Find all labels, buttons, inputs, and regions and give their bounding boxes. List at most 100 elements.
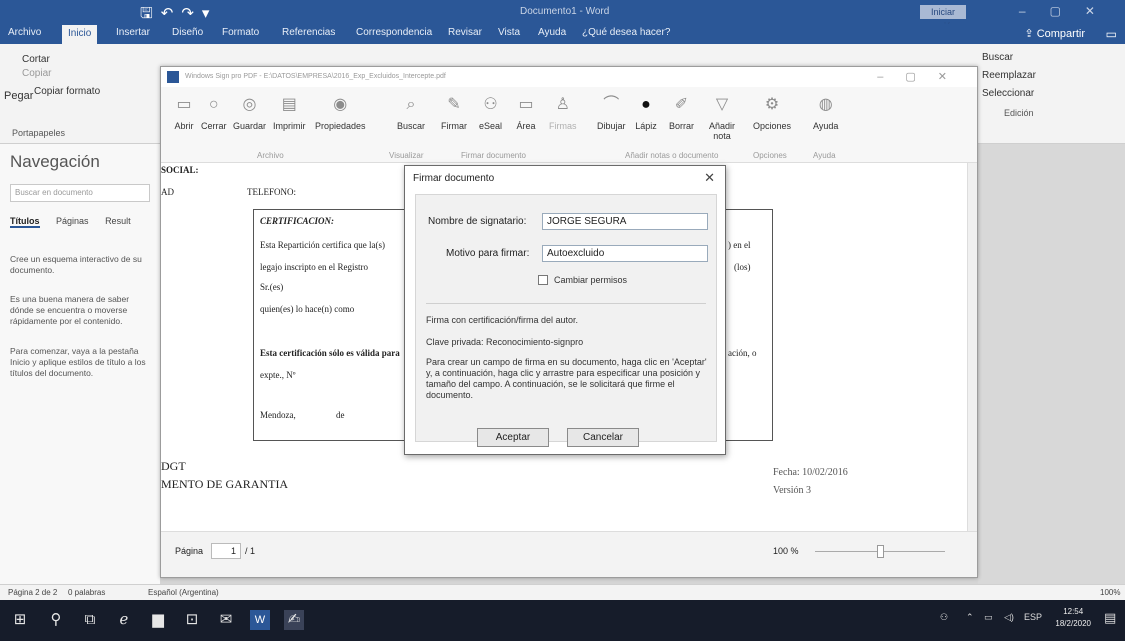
word-language[interactable]: Español (Argentina) [148, 588, 219, 597]
tell-me-box[interactable]: ¿Qué desea hacer? [582, 27, 670, 38]
select-button[interactable]: Seleccionar [982, 88, 1034, 99]
people-icon[interactable]: ⚇ [940, 612, 948, 623]
signer-name-input[interactable] [542, 213, 708, 230]
eraser-icon: ✐ [674, 96, 689, 113]
tab-vista[interactable]: Vista [498, 27, 520, 38]
window-controls[interactable]: –▢✕ [1019, 4, 1119, 18]
firmar-group-label: Firmar documento [461, 151, 526, 160]
sign-button[interactable]: ✎ Firmar [441, 95, 467, 131]
word-zoom-level[interactable]: 100% [1100, 588, 1120, 597]
tab-formato[interactable]: Formato [222, 27, 259, 38]
replace-button[interactable]: Reemplazar [982, 70, 1036, 81]
signpro-taskbar-icon[interactable]: ✍ [284, 610, 304, 630]
signin-button[interactable]: Iniciar sesión [920, 5, 966, 31]
clipboard-group-label: Portapapeles [12, 128, 66, 138]
system-clock[interactable]: 12:54 18/2/2020 [1055, 606, 1091, 630]
reason-label: Motivo para firmar: [446, 248, 530, 259]
options-button[interactable]: ⚙ Opciones [753, 95, 791, 131]
pdf-zoom-thumb[interactable] [877, 545, 884, 558]
word-taskbar-icon[interactable]: W [250, 610, 270, 630]
cert-line-7b: de [336, 410, 345, 420]
note-icon: ▽ [715, 96, 729, 113]
tab-correspondencia[interactable]: Correspondencia [356, 27, 432, 38]
opciones-group-label: Opciones [753, 151, 787, 160]
doc-dgt: DGT [161, 459, 186, 473]
find-pdf-button[interactable]: ⌕ Buscar [397, 95, 425, 131]
navigation-tabs: Títulos Páginas Result [10, 216, 145, 228]
nav-tab-paginas[interactable]: Páginas [56, 216, 89, 226]
save-button[interactable]: ◎ Guardar [233, 95, 266, 131]
share-button[interactable]: ⇪ Compartir [1024, 27, 1085, 40]
pencil-button[interactable]: ● Lápiz [635, 95, 657, 131]
cert-line-5b: ación, o [728, 348, 757, 358]
eseal-button[interactable]: ⚇ eSeal [479, 95, 502, 131]
tray-expand-icon[interactable]: ⌃ [966, 612, 974, 623]
cut-button[interactable]: Cortar [22, 54, 50, 65]
input-language[interactable]: ESP [1024, 612, 1042, 622]
pdf-window-controls[interactable]: –▢✕ [877, 70, 969, 83]
doc-ad: AD [161, 187, 174, 197]
tab-inicio[interactable]: Inicio [62, 25, 98, 44]
tab-referencias[interactable]: Referencias [282, 27, 335, 38]
draw-icon: ⌒ [603, 96, 620, 113]
format-painter-button[interactable]: Copiar formato [34, 86, 100, 97]
notifications-icon[interactable]: ▤ [1104, 610, 1116, 626]
doc-fecha: Fecha: 10/02/2016 [773, 467, 848, 478]
reason-input[interactable] [542, 245, 708, 262]
area-button[interactable]: ▭ Área [515, 95, 537, 131]
paste-button[interactable]: Pegar [4, 90, 33, 102]
editing-group: Buscar Reemplazar Seleccionar Edición [978, 48, 1088, 148]
navigation-search-input[interactable]: Buscar en documento [10, 184, 150, 202]
pdf-scrollbar[interactable] [967, 163, 977, 531]
pdf-zoom-level[interactable]: 100 % [773, 546, 799, 556]
network-icon[interactable]: ▭ [984, 612, 993, 623]
copy-button[interactable]: Copiar [22, 68, 51, 79]
pdf-page-input[interactable]: 1 [211, 543, 241, 559]
pdf-toolbar: ▭ Abrir ○ Cerrar ◎ Guardar ▤ Imprimir ◉ Propi… [161, 87, 977, 163]
word-word-count[interactable]: 0 palabras [68, 588, 105, 597]
add-note-button[interactable]: ▽ Añadir nota [705, 95, 739, 141]
tab-diseno[interactable]: Diseño [172, 27, 203, 38]
change-permissions-checkbox[interactable] [538, 275, 548, 285]
close-button[interactable]: ○ Cerrar [201, 95, 227, 131]
open-button[interactable]: ▭ Abrir [173, 95, 195, 131]
task-view-icon[interactable]: ⧉ [80, 610, 100, 630]
nav-tab-resultados[interactable]: Result [105, 216, 131, 226]
help-button[interactable]: ◍ Ayuda [813, 95, 838, 131]
file-explorer-icon[interactable]: ▆ [148, 610, 168, 630]
folder-icon: ▭ [176, 96, 192, 113]
cert-line-4: quien(es) lo hace(n) como [260, 304, 355, 314]
tab-insertar[interactable]: Insertar [116, 27, 150, 38]
pdf-page-total: / 1 [245, 546, 256, 556]
cancel-button[interactable]: Cancelar [567, 428, 639, 447]
dialog-close-icon[interactable]: ✕ [704, 170, 715, 186]
clock-date: 18/2/2020 [1055, 619, 1091, 628]
word-document-title: Documento1 - Word [520, 6, 610, 17]
tab-archivo[interactable]: Archivo [8, 27, 41, 38]
help-icon: ◍ [818, 96, 833, 113]
tab-ayuda[interactable]: Ayuda [538, 27, 566, 38]
clipboard-group: Cortar Copiar Pegar Copiar formato Porta… [4, 48, 154, 140]
comment-icon[interactable]: ▭ [1106, 27, 1117, 41]
tab-revisar[interactable]: Revisar [448, 27, 482, 38]
find-button[interactable]: Buscar [982, 52, 1013, 63]
pdf-app-icon [167, 71, 179, 83]
mail-icon[interactable]: ✉ [216, 610, 236, 630]
nav-tab-titulos[interactable]: Títulos [10, 216, 40, 228]
notas-group-label: Añadir notas o documento [625, 151, 719, 160]
draw-button[interactable]: ⌒ Dibujar [597, 95, 626, 131]
word-status-bar: Página 2 de 2 0 palabras Español (Argent… [0, 584, 1125, 600]
signatures-button[interactable]: ♙ Firmas [549, 95, 577, 131]
word-page-count[interactable]: Página 2 de 2 [8, 588, 57, 597]
accept-button[interactable]: Aceptar [477, 428, 549, 447]
volume-icon[interactable]: ◁) [1004, 612, 1014, 623]
windows-start-icon[interactable]: ⊞ [10, 610, 30, 630]
print-button[interactable]: ▤ Imprimir [273, 95, 306, 131]
private-key-info: Clave privada: Reconocimiento-signpro [426, 337, 584, 347]
edge-icon[interactable]: ℯ [114, 610, 134, 630]
store-icon[interactable]: ⊡ [182, 610, 202, 630]
dialog-title: Firmar documento [413, 173, 495, 184]
search-icon[interactable]: ⚲ [46, 610, 66, 630]
properties-button[interactable]: ◉ Propiedades [315, 95, 366, 131]
erase-button[interactable]: ✐ Borrar [669, 95, 694, 131]
